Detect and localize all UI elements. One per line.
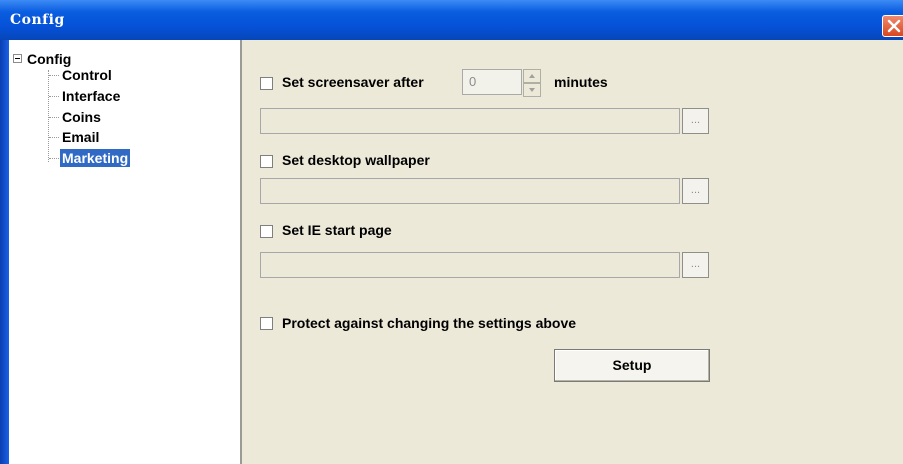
tree-item-label: Coins [62, 109, 101, 125]
ie-start-page-checkbox[interactable] [260, 225, 273, 238]
window-title: Config [10, 12, 65, 28]
tree-item-label: Email [62, 129, 100, 145]
ie-start-page-browse-button[interactable]: ... [682, 252, 709, 278]
arrow-up-icon[interactable] [523, 69, 541, 83]
screensaver-checkbox[interactable] [260, 77, 273, 90]
config-tree[interactable]: Config Control Interface Coins Email Mar… [9, 40, 242, 464]
tree-connector [49, 137, 59, 138]
tree-item-label: Interface [62, 88, 121, 104]
close-icon [887, 19, 901, 33]
screensaver-minutes-input[interactable]: 0 [462, 69, 522, 95]
wallpaper-path-field[interactable] [260, 178, 680, 204]
tree-connector [49, 158, 59, 159]
config-window: Config Config Control Interface Coins Em [0, 0, 903, 464]
minutes-spinner[interactable] [523, 69, 541, 97]
minus-box-icon[interactable] [13, 54, 22, 63]
title-bar[interactable]: Config [0, 0, 903, 40]
close-button[interactable] [882, 15, 903, 37]
wallpaper-checkbox[interactable] [260, 155, 273, 168]
marketing-panel: Set screensaver after 0 minutes ... Set … [242, 40, 903, 464]
tree-item-label: Control [62, 67, 112, 83]
arrow-down-icon[interactable] [523, 83, 541, 97]
tree-connector [49, 117, 59, 118]
tree-connector [48, 70, 49, 162]
wallpaper-label: Set desktop wallpaper [282, 152, 430, 168]
protect-settings-checkbox[interactable] [260, 317, 273, 330]
screensaver-path-field[interactable] [260, 108, 680, 134]
tree-root-label: Config [27, 51, 72, 67]
tree-connector [49, 75, 59, 76]
wallpaper-browse-button[interactable]: ... [682, 178, 709, 204]
minutes-label: minutes [554, 74, 608, 90]
window-frame-left [0, 40, 9, 464]
ie-start-page-path-field[interactable] [260, 252, 680, 278]
screensaver-minutes-value: 0 [469, 74, 477, 89]
tree-item-label: Marketing [60, 149, 131, 167]
tree-connector [49, 96, 59, 97]
protect-settings-label: Protect against changing the settings ab… [282, 315, 577, 331]
screensaver-browse-button[interactable]: ... [682, 108, 709, 134]
setup-button[interactable]: Setup [554, 349, 710, 382]
ie-start-page-label: Set IE start page [282, 222, 392, 238]
screensaver-label: Set screensaver after [282, 74, 424, 90]
